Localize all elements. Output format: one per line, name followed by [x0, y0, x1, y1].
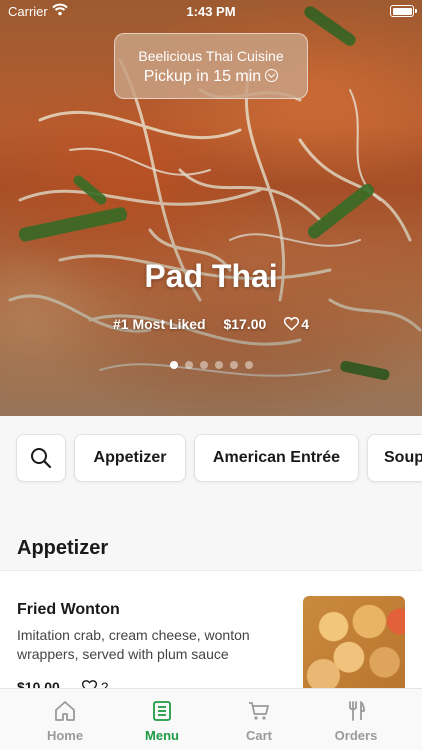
tab-cart[interactable]: Cart — [219, 699, 299, 743]
orders-icon — [349, 701, 365, 721]
featured-price: $17.00 — [223, 316, 267, 332]
menu-item-card[interactable]: Fried Wonton Imitation crab, cream chees… — [0, 570, 422, 700]
page-dot[interactable] — [229, 361, 238, 369]
chevron-down-circle-icon — [265, 69, 279, 82]
category-bar[interactable]: Appetizer American Entrée Soup — [0, 416, 422, 502]
tab-label: Orders — [334, 728, 378, 743]
tab-label: Cart — [245, 728, 272, 743]
category-chip-american-entree[interactable]: American Entrée — [194, 434, 359, 482]
menu-icon — [153, 701, 171, 721]
page-dot[interactable] — [199, 361, 208, 369]
search-button[interactable] — [16, 434, 66, 482]
tab-menu[interactable]: Menu — [122, 699, 202, 743]
status-bar: Carrier 1:43 PM — [0, 0, 422, 24]
featured-likes: 4 — [284, 316, 309, 332]
page-dot[interactable] — [169, 361, 178, 369]
menu-item-description: Imitation crab, cream cheese, wonton wra… — [17, 627, 250, 662]
menu-item-photo — [303, 596, 405, 698]
restaurant-name: Beelicious Thai Cuisine — [138, 48, 284, 64]
featured-rank: #1 Most Liked — [113, 316, 206, 332]
featured-dish-meta: #1 Most Liked $17.00 4 — [0, 316, 422, 332]
search-icon — [31, 448, 52, 469]
home-icon — [55, 701, 75, 721]
menu-item-name: Fried Wonton — [17, 601, 120, 618]
page-dot[interactable] — [244, 361, 253, 369]
tab-bar[interactable]: Home Menu Cart Orders — [0, 688, 422, 750]
category-chip-appetizer[interactable]: Appetizer — [74, 434, 186, 482]
pickup-time: Pickup in 15 min — [143, 68, 262, 85]
battery-icon — [390, 5, 417, 17]
pickup-selector[interactable]: Beelicious Thai Cuisine Pickup in 15 min — [114, 33, 308, 99]
tab-label: Home — [46, 728, 84, 743]
page-dot[interactable] — [214, 361, 223, 369]
tab-label: Menu — [145, 728, 179, 743]
page-dot[interactable] — [184, 361, 193, 369]
carousel-page-indicator[interactable] — [0, 356, 422, 374]
clock: 1:43 PM — [186, 4, 236, 19]
featured-dish-name: Pad Thai — [144, 258, 278, 294]
cart-icon — [249, 702, 269, 720]
tab-home[interactable]: Home — [25, 699, 105, 743]
heart-icon — [284, 317, 300, 331]
section-title: Appetizer — [17, 537, 109, 559]
category-chip-soup[interactable]: Soup — [367, 434, 422, 482]
tab-orders[interactable]: Orders — [316, 699, 396, 743]
